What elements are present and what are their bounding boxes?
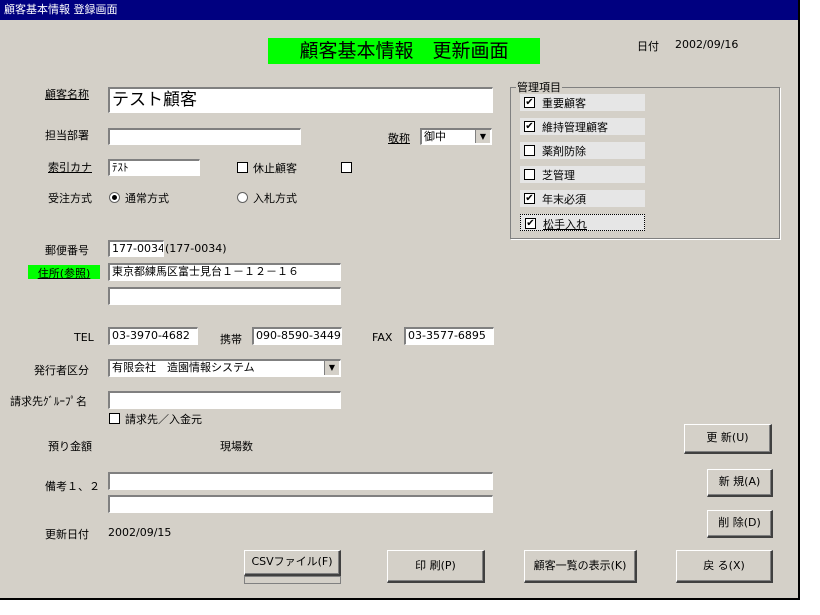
management-item-maintenance[interactable]: ✔ 維持管理顧客: [520, 118, 645, 135]
delete-button[interactable]: 削 除(D): [707, 510, 773, 538]
site-count-label: 現場数: [220, 440, 253, 453]
chevron-down-icon[interactable]: ▼: [324, 361, 339, 375]
mobile-field[interactable]: 090-8590-3449: [252, 327, 342, 345]
postal-field[interactable]: 177-0034: [108, 240, 164, 257]
mobile-label: 携帯: [220, 333, 242, 346]
department-field[interactable]: [108, 128, 301, 145]
management-item-label: 維持管理顧客: [542, 121, 608, 134]
update-button[interactable]: 更 新(U): [684, 424, 772, 454]
fax-label: FAX: [372, 331, 393, 344]
fax-field[interactable]: 03-3577-6895: [404, 327, 494, 345]
postal-echo: (177-0034): [165, 242, 227, 255]
management-item-label: 芝管理: [542, 169, 575, 182]
update-button-label: 更 新(U): [706, 431, 749, 444]
date-label: 日付: [637, 40, 659, 53]
management-checkbox[interactable]: ✔: [524, 193, 535, 204]
page-title: 顧客基本情報 更新画面: [268, 38, 540, 64]
customer-name-field[interactable]: テスト顧客: [108, 87, 493, 113]
chevron-down-icon[interactable]: ▼: [475, 130, 490, 143]
billing-group-label: 請求先ｸﾞﾙｰﾌﾟ名: [10, 395, 87, 408]
address-field-2[interactable]: [108, 287, 341, 305]
order-method-radio-bid[interactable]: [237, 192, 248, 203]
issuer-category-select[interactable]: 有限会社 造園情報システム ▼: [108, 359, 341, 377]
management-item-pest-control[interactable]: 薬剤防除: [520, 142, 645, 159]
management-item-year-end[interactable]: ✔ 年末必須: [520, 190, 645, 207]
postal-label: 郵便番号: [45, 244, 89, 257]
extra-checkbox[interactable]: [341, 162, 352, 173]
address-reference-link[interactable]: 住所(参照): [28, 265, 100, 280]
management-checkbox[interactable]: ✔: [524, 121, 535, 132]
deposit-label: 預り金額: [48, 440, 92, 453]
management-group-title: 管理項目: [516, 79, 562, 95]
updated-date-value: 2002/09/15: [108, 526, 172, 539]
window-title-bar: 顧客基本情報 登録画面: [0, 0, 798, 20]
management-checkbox[interactable]: ✔: [524, 97, 535, 108]
management-checkbox[interactable]: [524, 169, 535, 180]
management-item-label: 松手入れ: [543, 218, 587, 231]
remarks-label: 備考１、２: [45, 480, 100, 493]
management-checkbox[interactable]: ✔: [525, 218, 536, 229]
address-field-1[interactable]: 東京都練馬区富士見台１－１２－１６: [108, 263, 341, 281]
new-button-label: 新 規(A): [718, 475, 761, 488]
department-label: 担当部署: [45, 129, 89, 142]
management-checkbox[interactable]: [524, 145, 535, 156]
print-button-label: 印 刷(P): [415, 559, 456, 572]
management-item-label: 薬剤防除: [542, 145, 586, 158]
honorific-select[interactable]: 御中 ▼: [420, 128, 492, 145]
radio-selected-dot: [112, 195, 117, 200]
index-kana-label: 索引カナ: [48, 161, 92, 174]
remarks-field-1[interactable]: [108, 472, 493, 490]
customer-name-label: 顧客名称: [45, 88, 89, 101]
print-button[interactable]: 印 刷(P): [387, 550, 485, 583]
index-kana-field[interactable]: ﾃｽﾄ: [108, 159, 200, 176]
honorific-label: 敬称: [388, 132, 410, 145]
issuer-category-value: 有限会社 造園情報システム: [112, 361, 255, 374]
management-item-important[interactable]: ✔ 重要顧客: [520, 94, 645, 111]
order-method-radio-normal[interactable]: [109, 192, 120, 203]
billing-deposit-label: 請求先／入金元: [125, 413, 202, 426]
new-button[interactable]: 新 規(A): [707, 469, 773, 497]
suspended-label: 休止顧客: [253, 162, 297, 175]
back-button[interactable]: 戻 る(X): [676, 550, 773, 583]
progress-bar: [244, 576, 341, 584]
management-item-pine[interactable]: ✔ 松手入れ: [520, 214, 645, 231]
remarks-field-2[interactable]: [108, 495, 493, 513]
issuer-category-label: 発行者区分: [34, 364, 89, 377]
tel-label: TEL: [74, 331, 94, 344]
customer-form-window: 顧客基本情報 登録画面 顧客基本情報 更新画面 日付 2002/09/16 顧客…: [0, 0, 800, 600]
order-method-label: 受注方式: [48, 192, 92, 205]
back-button-label: 戻 る(X): [703, 559, 745, 572]
date-value: 2002/09/16: [675, 38, 739, 51]
billing-group-field[interactable]: [108, 391, 341, 409]
billing-deposit-checkbox[interactable]: [109, 413, 120, 424]
tel-field[interactable]: 03-3970-4682: [108, 327, 198, 345]
management-item-label: 重要顧客: [542, 97, 586, 110]
management-item-label: 年末必須: [542, 193, 586, 206]
order-method-normal-label: 通常方式: [125, 192, 169, 205]
window-title: 顧客基本情報 登録画面: [4, 3, 118, 16]
honorific-value: 御中: [424, 130, 446, 143]
order-method-bid-label: 入札方式: [253, 192, 297, 205]
delete-button-label: 削 除(D): [718, 516, 761, 529]
management-item-lawn[interactable]: 芝管理: [520, 166, 645, 183]
suspended-checkbox[interactable]: [237, 162, 248, 173]
customer-list-button[interactable]: 顧客一覧の表示(K): [524, 550, 637, 583]
updated-date-label: 更新日付: [45, 528, 89, 541]
csv-file-button-label: CSVファイル(F): [251, 555, 333, 568]
csv-file-button[interactable]: CSVファイル(F): [244, 550, 341, 576]
customer-list-button-label: 顧客一覧の表示(K): [533, 559, 627, 572]
